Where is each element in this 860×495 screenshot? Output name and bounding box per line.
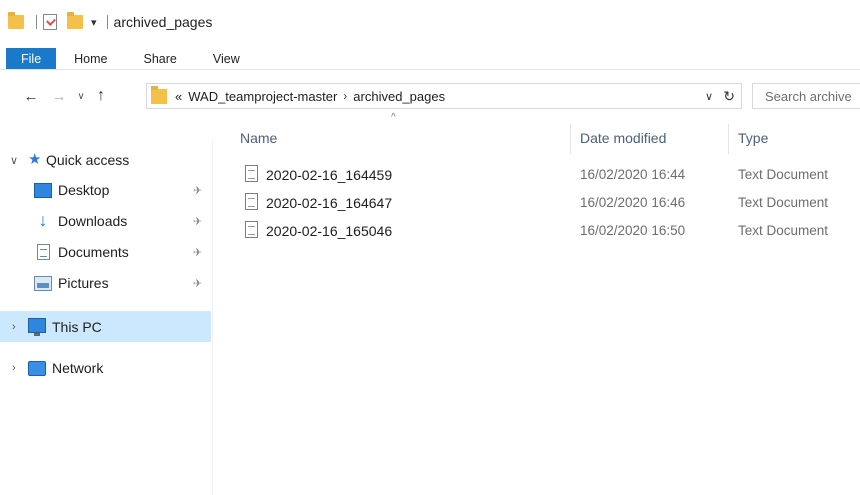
file-row[interactable]: 2020-02-16_164647 16/02/2020 16:46 Text …	[214, 189, 860, 217]
network-icon	[28, 361, 46, 376]
nav-item-this-pc[interactable]: › This PC	[0, 311, 211, 342]
search-input[interactable]: Search archive	[752, 83, 860, 109]
nav-item-pictures[interactable]: Pictures ✈	[0, 269, 211, 297]
column-header-date-modified[interactable]: Date modified	[580, 130, 666, 146]
star-icon: ★	[28, 151, 42, 168]
up-arrow-icon[interactable]: ↑	[90, 87, 112, 105]
toolbar-separator	[106, 15, 108, 29]
tab-view[interactable]: View	[195, 48, 258, 69]
column-header-name[interactable]: Name	[240, 130, 277, 146]
file-type: Text Document	[738, 195, 829, 210]
this-pc-icon	[28, 318, 46, 336]
window-title: archived_pages	[113, 14, 213, 30]
pin-icon: ✈	[193, 246, 203, 259]
nav-label: Downloads	[58, 213, 128, 229]
file-row[interactable]: 2020-02-16_165046 16/02/2020 16:50 Text …	[214, 217, 860, 245]
forward-arrow-icon[interactable]: →	[48, 88, 70, 105]
downloads-icon: ↓	[38, 210, 48, 230]
file-list: ^ Name Date modified Type 2020-02-16_164…	[214, 112, 860, 495]
pictures-icon	[34, 276, 52, 291]
column-header-type[interactable]: Type	[738, 130, 768, 146]
file-name: 2020-02-16_164459	[266, 167, 393, 183]
breadcrumb-item[interactable]: WAD_teamproject-master	[188, 89, 337, 104]
file-type: Text Document	[738, 223, 829, 238]
breadcrumb-separator-icon[interactable]: ›	[343, 89, 347, 103]
nav-item-network[interactable]: › Network	[0, 354, 211, 382]
file-row[interactable]: 2020-02-16_164459 16/02/2020 16:44 Text …	[214, 161, 860, 189]
pin-icon: ✈	[193, 277, 203, 290]
column-divider[interactable]	[728, 124, 729, 154]
column-divider[interactable]	[570, 124, 571, 154]
file-date: 16/02/2020 16:50	[580, 223, 686, 238]
nav-label: Quick access	[46, 152, 130, 168]
nav-item-desktop[interactable]: Desktop ✈	[0, 176, 211, 204]
back-arrow-icon[interactable]: ←	[20, 88, 42, 105]
breadcrumb-overflow[interactable]: «	[175, 89, 182, 104]
desktop-icon	[34, 183, 52, 198]
file-type: Text Document	[738, 167, 829, 182]
file-date: 16/02/2020 16:44	[580, 167, 686, 182]
sort-ascending-icon: ^	[391, 112, 396, 123]
pin-icon: ✈	[193, 215, 203, 228]
folder-icon	[151, 85, 167, 104]
text-file-icon	[245, 165, 258, 182]
documents-icon	[37, 244, 50, 260]
refresh-icon[interactable]: ↻	[723, 88, 735, 105]
tab-home[interactable]: Home	[56, 48, 125, 69]
tab-share[interactable]: Share	[126, 48, 195, 69]
nav-item-downloads[interactable]: ↓ Downloads ✈	[0, 207, 211, 235]
customize-toolbar-icon[interactable]: ▾	[91, 16, 97, 29]
file-date: 16/02/2020 16:46	[580, 195, 686, 210]
folder-icon	[8, 12, 24, 29]
nav-label: This PC	[52, 318, 102, 335]
text-file-icon	[245, 193, 258, 210]
address-row: ← → ∨ ↑ « WAD_teamproject-master › archi…	[0, 80, 860, 112]
tab-file[interactable]: File	[6, 48, 57, 69]
chevron-right-icon[interactable]: ›	[12, 321, 16, 333]
file-name: 2020-02-16_165046	[266, 223, 393, 239]
nav-label: Network	[52, 360, 104, 376]
address-bar[interactable]: « WAD_teamproject-master › archived_page…	[146, 83, 742, 109]
nav-label: Pictures	[58, 275, 109, 291]
nav-item-documents[interactable]: Documents ✈	[0, 238, 211, 266]
text-file-icon	[245, 221, 258, 238]
new-folder-icon[interactable]	[67, 12, 83, 29]
breadcrumb-item[interactable]: archived_pages	[353, 89, 445, 104]
nav-quick-access[interactable]: ∨ ★ Quick access	[0, 146, 211, 174]
title-bar: ▾ archived_pages	[0, 0, 860, 44]
file-name: 2020-02-16_164647	[266, 195, 393, 211]
recent-locations-chevron-icon[interactable]: ∨	[74, 91, 88, 102]
pin-icon: ✈	[193, 184, 203, 197]
properties-icon[interactable]	[43, 14, 57, 30]
toolbar-separator	[36, 15, 37, 29]
nav-label: Desktop	[58, 182, 110, 198]
address-dropdown-icon[interactable]: ∨	[705, 90, 713, 103]
chevron-right-icon[interactable]: ›	[12, 362, 16, 374]
chevron-down-icon[interactable]: ∨	[10, 154, 18, 167]
navigation-pane: ∨ ★ Quick access Desktop ✈ ↓ Downloads ✈…	[0, 140, 213, 495]
nav-label: Documents	[58, 244, 129, 260]
ribbon-tabs: File Home Share View	[0, 48, 860, 70]
